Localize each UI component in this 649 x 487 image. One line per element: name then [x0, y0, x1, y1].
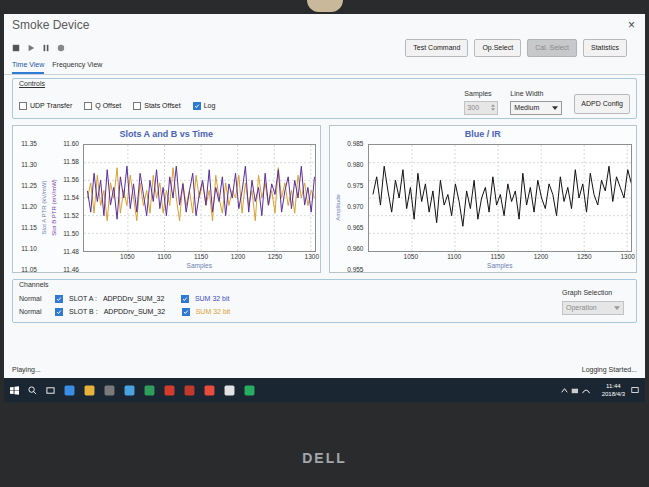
- app-icon[interactable]: [244, 385, 255, 396]
- app-window: Smoke Device × Test Command Op.Select Cal. S…: [4, 14, 645, 378]
- checkbox-row[interactable]: UDP Transfer: [19, 101, 72, 112]
- tab-bar: Time View Frequency View: [4, 60, 645, 75]
- dell-logo: DELL: [302, 448, 347, 469]
- window-title: Smoke Device: [12, 16, 89, 34]
- play-icon[interactable]: [27, 44, 35, 52]
- y-axis-label: Amplitude: [334, 144, 344, 270]
- checkbox-row[interactable]: Log: [193, 101, 216, 112]
- search-icon[interactable]: [28, 386, 37, 395]
- notification-icon[interactable]: [631, 386, 639, 394]
- clock[interactable]: 11:442018/4/3: [602, 382, 625, 398]
- app-icon[interactable]: [64, 385, 75, 396]
- field-label: Line Width: [510, 89, 543, 100]
- app-icon[interactable]: [84, 385, 95, 396]
- checkbox[interactable]: [19, 102, 27, 110]
- app-icon[interactable]: [144, 385, 155, 396]
- x-axis-label: Samples: [368, 262, 633, 270]
- tab[interactable]: Frequency View: [52, 60, 102, 74]
- app-icon[interactable]: [204, 385, 215, 396]
- field-label: Samples: [464, 89, 491, 100]
- toolbar-button[interactable]: Test Command: [405, 39, 468, 58]
- pause-icon[interactable]: [42, 44, 50, 52]
- status-bar: Playing...Logging Started...: [4, 323, 645, 379]
- app-icon[interactable]: [224, 385, 235, 396]
- app-icon[interactable]: [184, 385, 195, 396]
- checkbox[interactable]: [55, 308, 63, 316]
- y-axis-label: Slot A PTR (kV/mW): [39, 144, 49, 270]
- toolbar: Test Command Op.Select Cal. Select Statisti…: [4, 36, 645, 60]
- chart-title: Slots A and B vs Time: [17, 128, 316, 140]
- taskbar: 11:442018/4/3: [4, 378, 645, 402]
- camera-icon: [307, 0, 343, 12]
- graph-selection-select[interactable]: Operation: [562, 301, 624, 316]
- x-axis-ticks: 105011001150120012501300: [368, 252, 633, 262]
- record-icon[interactable]: [57, 44, 65, 52]
- dropdown-icon: [614, 306, 620, 310]
- panel-title: Controls: [19, 79, 630, 90]
- controls-panel: Controls UDP Transfer Q Offset Stats Offset…: [12, 78, 637, 120]
- checkbox[interactable]: [181, 295, 189, 303]
- plot-area: [83, 144, 316, 252]
- field-label: Graph Selection: [562, 288, 612, 299]
- bottom-bezel: DELL: [0, 402, 649, 487]
- channels-panel: Channels NormalSLOT A :ADPDDrv_SUM_32SUM …: [12, 279, 637, 323]
- x-axis-ticks: 105011001150120012501300: [83, 252, 316, 262]
- task-view-icon[interactable]: [46, 386, 55, 395]
- dropdown-icon: [552, 106, 558, 110]
- screen: Smoke Device × Test Command Op.Select Cal. S…: [4, 14, 645, 402]
- checkbox[interactable]: [55, 295, 63, 303]
- toolbar-button[interactable]: Statistics: [583, 39, 627, 58]
- windows-icon[interactable]: [10, 386, 19, 395]
- close-button[interactable]: ×: [626, 16, 637, 34]
- checkbox[interactable]: [133, 102, 141, 110]
- samples-spinbox[interactable]: 300: [464, 101, 498, 116]
- panel-title: Channels: [19, 280, 230, 291]
- checkbox-row[interactable]: Stats Offset: [133, 101, 180, 112]
- app-icon[interactable]: [104, 385, 115, 396]
- chart-title: Blue / IR: [334, 128, 633, 140]
- checkbox-row[interactable]: Q Offset: [84, 101, 121, 112]
- plot-area: [368, 144, 633, 252]
- y-axis-label: Slot B PTR (mV/mW): [49, 144, 59, 270]
- chart-panel: Slots A and B vs Time11.3511.3011.2511.2…: [12, 125, 321, 273]
- checkbox[interactable]: [193, 102, 201, 110]
- tray-icons[interactable]: [560, 386, 596, 395]
- y-axis-ticks: 0.9850.9800.9750.9700.9650.9600.955: [344, 140, 366, 274]
- chart-panel: Blue / IR Amplitude0.9850.9800.9750.9700.…: [329, 125, 638, 273]
- toolbar-button[interactable]: Op.Select: [474, 39, 521, 58]
- series-line: [87, 166, 314, 219]
- channel-row: NormalSLOT A :ADPDDrv_SUM_32SUM 32 bit: [19, 293, 230, 306]
- title-bar: Smoke Device ×: [4, 14, 645, 36]
- stop-icon[interactable]: [12, 44, 20, 52]
- app-icon[interactable]: [124, 385, 135, 396]
- checkbox[interactable]: [182, 308, 190, 316]
- chart-row: Slots A and B vs Time11.3511.3011.2511.2…: [12, 125, 637, 273]
- series-line: [372, 166, 631, 226]
- adpd-config-button[interactable]: ADPD Config: [574, 94, 630, 115]
- y-axis-ticks: 11.3511.3011.2511.2011.1511.1011.05: [17, 140, 39, 274]
- checkbox[interactable]: [84, 102, 92, 110]
- channel-row: NormalSLOT B :ADPDDrv_SUM_32SUM 32 bit: [19, 306, 230, 319]
- top-bezel: [0, 0, 649, 14]
- y-axis-ticks: 11.6011.5811.5611.5411.5211.5011.4811.46: [59, 140, 81, 274]
- toolbar-button[interactable]: Cal. Select: [527, 39, 577, 58]
- x-axis-label: Samples: [83, 262, 316, 270]
- tab[interactable]: Time View: [12, 60, 44, 74]
- line-width-select[interactable]: Medium: [510, 101, 562, 116]
- spinner-icon[interactable]: [491, 104, 495, 111]
- app-icon[interactable]: [164, 385, 175, 396]
